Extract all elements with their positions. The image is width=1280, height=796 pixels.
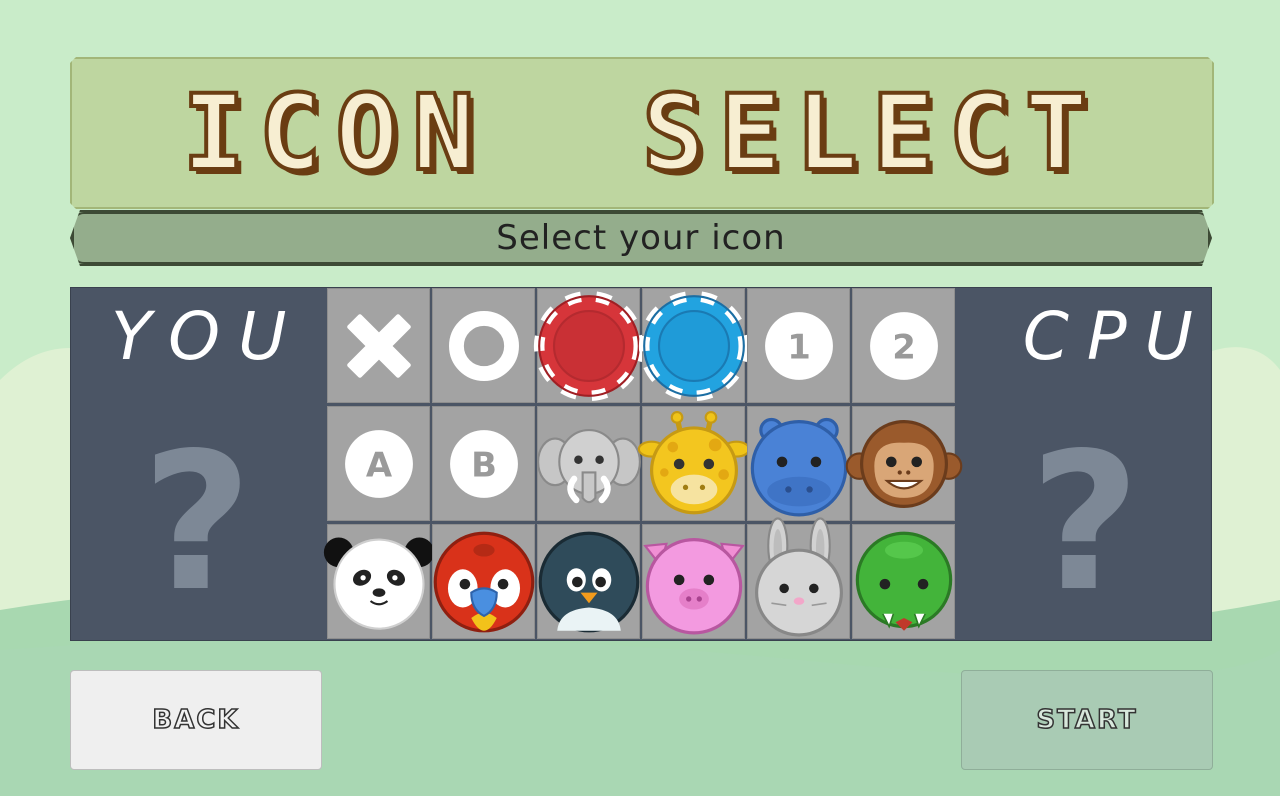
you-label: YOU [111, 298, 305, 375]
icon-option-panda[interactable] [323, 524, 434, 639]
back-button-label: BACK [152, 704, 240, 736]
elephant-icon [536, 428, 641, 503]
number-one-icon: 1 [764, 311, 833, 380]
crocodile-icon [855, 531, 952, 631]
start-button-label: START [1036, 704, 1138, 736]
icon-option-penguin[interactable] [537, 524, 640, 639]
instruction-text: Select your icon [496, 218, 786, 258]
icon-option-blue-chip[interactable] [638, 288, 749, 403]
penguin-icon [538, 531, 639, 632]
back-button[interactable]: BACK [70, 670, 322, 770]
icon-option-rabbit[interactable] [747, 516, 850, 639]
icon-option-hippo[interactable] [747, 406, 850, 521]
icon-grid: 1 2 A B [323, 288, 962, 640]
parrot-icon [433, 531, 534, 632]
icon-option-parrot[interactable] [432, 524, 535, 639]
icon-option-pig[interactable] [642, 524, 745, 639]
blue-chip-icon [638, 290, 749, 401]
cpu-label: CPU [1022, 298, 1211, 375]
letter-b-label: B [471, 445, 497, 484]
icon-option-letter-b[interactable]: B [432, 406, 535, 521]
circle-mark-icon [448, 310, 519, 381]
cpu-icon-placeholder: ? [1029, 412, 1141, 633]
subtitle-banner: Select your icon [70, 210, 1212, 266]
hippo-icon [750, 417, 847, 516]
x-mark-icon [346, 313, 411, 378]
rabbit-icon [754, 516, 843, 637]
icon-select-board: YOU ? CPU ? 1 2 A B [70, 287, 1212, 641]
panda-icon [323, 536, 434, 630]
icon-option-letter-a[interactable]: A [327, 406, 430, 521]
you-icon-placeholder: ? [141, 412, 253, 633]
icon-option-number-one[interactable]: 1 [747, 288, 850, 403]
icon-option-number-two[interactable]: 2 [852, 288, 955, 403]
icon-option-circle[interactable] [432, 288, 535, 403]
number-two-label: 2 [892, 327, 916, 366]
icon-option-red-chip[interactable] [533, 288, 644, 403]
icon-option-crocodile[interactable] [852, 524, 955, 639]
page-title: ICON SELECT [182, 72, 1102, 194]
letter-a-label: A [365, 445, 392, 484]
letter-a-icon: A [344, 429, 413, 498]
start-button[interactable]: START [961, 670, 1213, 770]
pig-icon [642, 537, 745, 634]
letter-b-icon: B [449, 429, 518, 498]
icon-option-x[interactable] [327, 288, 430, 403]
red-chip-icon [533, 290, 644, 401]
icon-option-elephant[interactable] [536, 406, 641, 521]
monkey-icon [845, 419, 962, 508]
giraffe-icon [637, 410, 750, 514]
icon-option-giraffe[interactable] [637, 406, 750, 521]
number-two-icon: 2 [869, 311, 938, 380]
title-banner: ICON SELECT [70, 57, 1214, 209]
number-one-label: 1 [787, 327, 811, 366]
icon-option-monkey[interactable] [845, 406, 962, 521]
